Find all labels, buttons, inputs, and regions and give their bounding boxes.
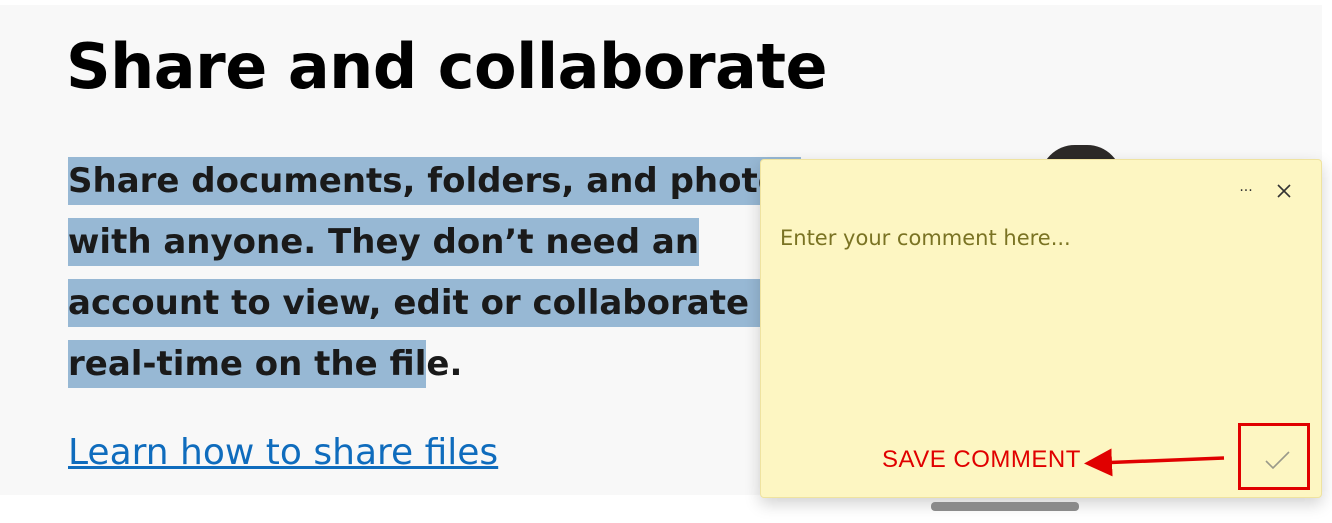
annotation-arrow [1084, 448, 1290, 477]
resize-handle[interactable] [931, 502, 1079, 511]
save-comment-button[interactable] [1238, 423, 1310, 490]
